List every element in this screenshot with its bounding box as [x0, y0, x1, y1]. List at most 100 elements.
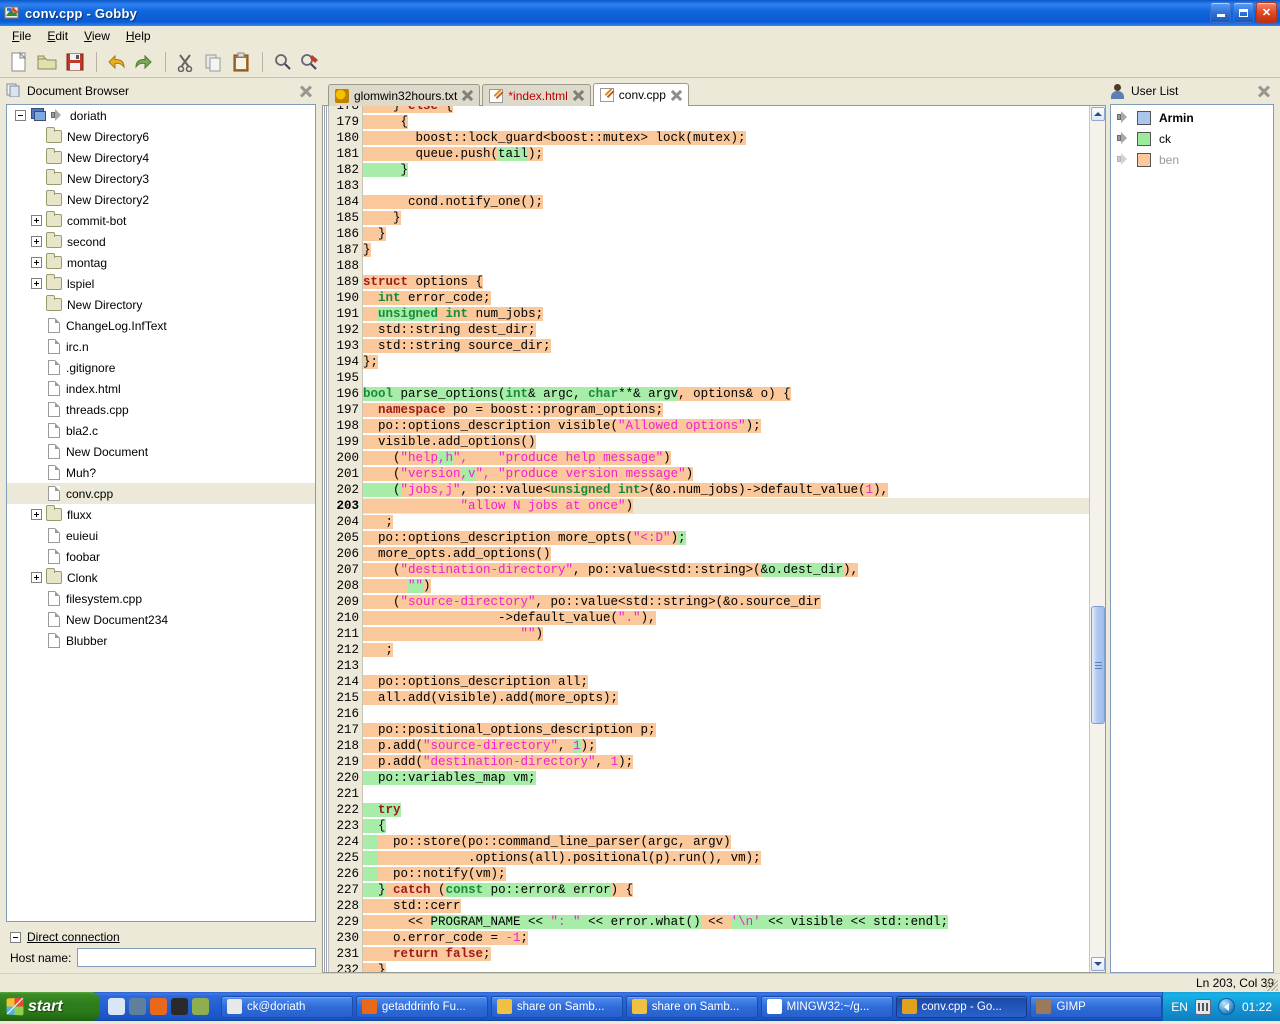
tree-item[interactable]: montag — [7, 252, 315, 273]
taskbar-button[interactable]: conv.cpp - Go... — [896, 996, 1028, 1018]
network-icon[interactable] — [129, 998, 146, 1015]
code-line[interactable]: }; — [363, 354, 1089, 370]
tree-expand-icon[interactable] — [31, 236, 42, 247]
code-line[interactable]: } catch (const po::error& error) { — [363, 882, 1089, 898]
show-desktop-icon[interactable] — [108, 998, 125, 1015]
code-line[interactable]: o.error_code = -1; — [363, 930, 1089, 946]
editor-vertical-scrollbar[interactable] — [1089, 106, 1105, 972]
taskbar-button[interactable]: ck@doriath — [221, 996, 353, 1018]
tree-item[interactable]: second — [7, 231, 315, 252]
code-line[interactable]: ("help,h", "produce help message") — [363, 450, 1089, 466]
taskbar[interactable]: start ck@doriathgetaddrinfo Fu...share o… — [0, 992, 1280, 1021]
undo-icon[interactable] — [103, 49, 129, 75]
open-folder-icon[interactable] — [34, 49, 60, 75]
direct-connection-header[interactable]: Direct connection — [10, 930, 316, 944]
code-line[interactable]: } — [363, 226, 1089, 242]
code-line[interactable]: int error_code; — [363, 290, 1089, 306]
code-line[interactable]: return false; — [363, 946, 1089, 962]
system-tray[interactable]: EN 01:22 — [1162, 992, 1280, 1021]
taskbar-button[interactable]: getaddrinfo Fu... — [356, 996, 488, 1018]
tree-expand-icon[interactable] — [31, 215, 42, 226]
tree-item[interactable]: euieui — [7, 525, 315, 546]
task-list[interactable]: ck@doriathgetaddrinfo Fu...share on Samb… — [217, 996, 1162, 1018]
code-line[interactable]: std::string source_dir; — [363, 338, 1089, 354]
taskbar-button[interactable]: share on Samb... — [491, 996, 623, 1018]
code-line[interactable]: namespace po = boost::program_options; — [363, 402, 1089, 418]
code-line[interactable]: } — [363, 210, 1089, 226]
cut-icon[interactable] — [172, 49, 198, 75]
tree-item[interactable]: threads.cpp — [7, 399, 315, 420]
user-list-item[interactable]: Armin — [1113, 107, 1271, 128]
tree-item[interactable]: New Document — [7, 441, 315, 462]
tree-item[interactable]: New Directory3 — [7, 168, 315, 189]
minimize-button[interactable] — [1210, 2, 1231, 23]
code-line[interactable]: bool parse_options(int& argc, char**& ar… — [363, 386, 1089, 402]
tree-item[interactable]: .gitignore — [7, 357, 315, 378]
code-line[interactable]: ("version,v", "produce version message") — [363, 466, 1089, 482]
tree-item[interactable]: index.html — [7, 378, 315, 399]
code-line[interactable]: cond.notify_one(); — [363, 194, 1089, 210]
close-button[interactable]: ✕ — [1256, 2, 1277, 23]
code-line[interactable]: } — [363, 162, 1089, 178]
find-replace-icon[interactable] — [297, 49, 323, 75]
code-line[interactable]: std::string dest_dir; — [363, 322, 1089, 338]
tree-item[interactable]: filesystem.cpp — [7, 588, 315, 609]
menu-view[interactable]: View — [76, 27, 118, 45]
code-line[interactable]: p.add("destination-directory", 1); — [363, 754, 1089, 770]
tab-close-icon[interactable] — [573, 90, 584, 101]
code-line[interactable]: po::notify(vm); — [363, 866, 1089, 882]
code-line[interactable]: { — [363, 114, 1089, 130]
tree-expand-icon[interactable] — [31, 257, 42, 268]
document-tab[interactable]: conv.cpp — [593, 83, 689, 106]
tree-expand-icon[interactable] — [31, 509, 42, 520]
resize-grip-icon[interactable] — [1266, 979, 1278, 991]
tree-item[interactable]: Muh? — [7, 462, 315, 483]
code-line[interactable]: "") — [363, 626, 1089, 642]
code-line[interactable]: } else { — [363, 106, 1089, 114]
clock[interactable]: 01:22 — [1242, 1000, 1272, 1014]
scrollbar-thumb[interactable] — [1091, 606, 1105, 724]
start-button[interactable]: start — [0, 992, 100, 1021]
code-line[interactable]: ; — [363, 514, 1089, 530]
code-line[interactable]: more_opts.add_options() — [363, 546, 1089, 562]
code-line[interactable]: .options(all).positional(p).run(), vm); — [363, 850, 1089, 866]
code-line[interactable]: std::cerr — [363, 898, 1089, 914]
save-icon[interactable] — [62, 49, 88, 75]
menubar[interactable]: FFileile Edit View Help — [0, 26, 1280, 46]
tree-item[interactable]: New Directory4 — [7, 147, 315, 168]
user-list-items[interactable]: Arminckben — [1110, 104, 1274, 973]
document-tree[interactable]: doriathNew Directory6New Directory4New D… — [6, 104, 316, 922]
taskbar-button[interactable]: share on Samb... — [626, 996, 758, 1018]
menu-file[interactable]: FFileile — [4, 27, 39, 45]
code-line[interactable]: ("destination-directory", po::value<std:… — [363, 562, 1089, 578]
speaker-icon[interactable] — [1117, 132, 1131, 145]
redo-icon[interactable] — [131, 49, 157, 75]
menu-help[interactable]: Help — [118, 27, 159, 45]
tree-item[interactable]: lspiel — [7, 273, 315, 294]
user-list-close-icon[interactable] — [1258, 85, 1270, 97]
tree-item[interactable]: Clonk — [7, 567, 315, 588]
shield-icon[interactable] — [1218, 998, 1235, 1015]
tree-item[interactable]: foobar — [7, 546, 315, 567]
code-line[interactable]: visible.add_options() — [363, 434, 1089, 450]
scroll-up-button[interactable] — [1091, 107, 1105, 121]
host-name-input[interactable] — [77, 948, 316, 967]
code-line[interactable]: p.add("source-directory", 1); — [363, 738, 1089, 754]
code-line[interactable]: struct options { — [363, 274, 1089, 290]
code-line[interactable]: po::variables_map vm; — [363, 770, 1089, 786]
code-line[interactable]: ->default_value("."), — [363, 610, 1089, 626]
tree-item[interactable]: conv.cpp — [7, 483, 315, 504]
copy-icon[interactable] — [200, 49, 226, 75]
document-tab[interactable]: *index.html — [482, 84, 590, 106]
speaker-muted-icon[interactable] — [1117, 153, 1131, 166]
tab-close-icon[interactable] — [671, 90, 682, 101]
keyboard-icon[interactable] — [1195, 999, 1211, 1015]
code-line[interactable]: "allow N jobs at once") — [363, 498, 1089, 514]
tree-item[interactable]: New Document234 — [7, 609, 315, 630]
menu-edit[interactable]: Edit — [39, 27, 76, 45]
code-line[interactable]: unsigned int num_jobs; — [363, 306, 1089, 322]
tab-close-icon[interactable] — [462, 90, 473, 101]
taskbar-button[interactable]: MINGW32:~/g... — [761, 996, 893, 1018]
code-line[interactable]: po::options_description visible("Allowed… — [363, 418, 1089, 434]
window-titlebar[interactable]: conv.cpp - Gobby ✕ — [0, 0, 1280, 26]
